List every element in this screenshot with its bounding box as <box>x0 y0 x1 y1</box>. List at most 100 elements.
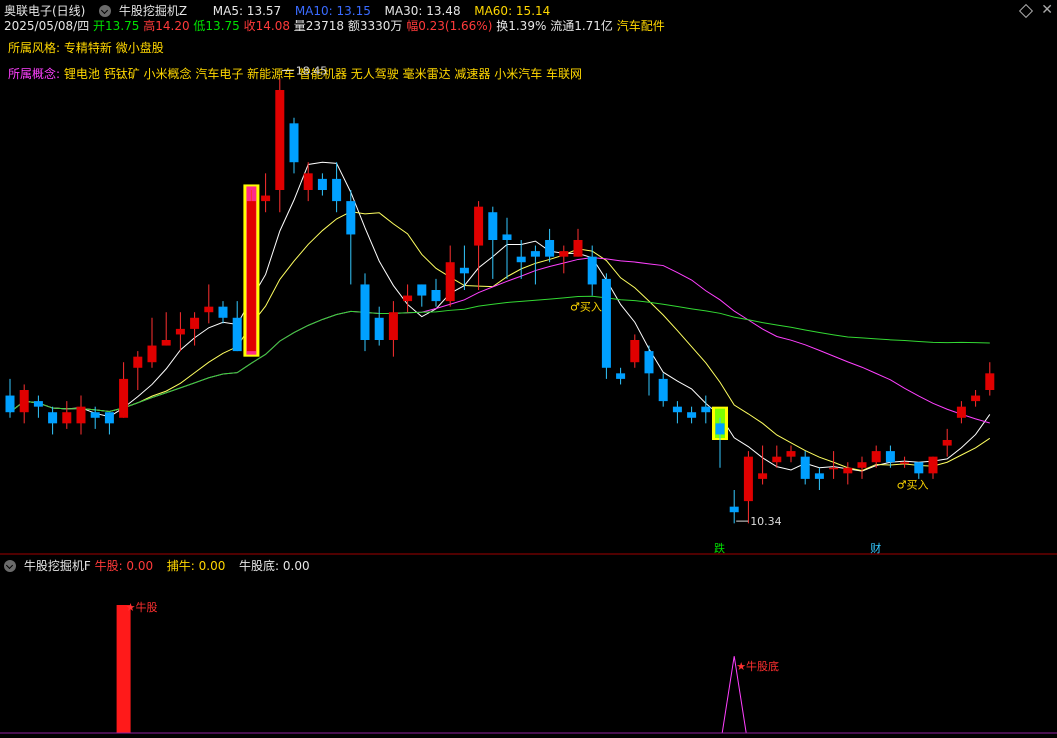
quote-row: 2025/05/08/四 开13.75 高14.20 低13.75 收14.08… <box>4 18 665 34</box>
candle-body <box>914 462 924 474</box>
candle-body <box>147 345 157 363</box>
candle-body <box>885 451 895 463</box>
candle-body <box>573 240 583 257</box>
candle-body <box>658 378 668 402</box>
style-value: 专精特新 微小盘股 <box>63 41 164 55</box>
candle-body <box>900 462 910 464</box>
candle <box>573 228 583 257</box>
candle <box>516 240 526 279</box>
niugu-bar <box>116 605 131 733</box>
candle-body <box>715 423 725 435</box>
candle <box>303 162 313 202</box>
candle <box>772 445 782 468</box>
sub-toggle-icon[interactable] <box>4 560 16 572</box>
candle <box>701 395 711 424</box>
ma30-line <box>9 257 990 424</box>
sub-indicator-name[interactable]: 牛股挖掘机F <box>24 559 91 573</box>
candle <box>530 245 540 285</box>
candle-body <box>33 401 43 407</box>
candle-body <box>431 290 441 302</box>
candles <box>5 78 995 524</box>
candle <box>843 462 853 485</box>
candle <box>431 278 441 307</box>
candle <box>388 301 398 357</box>
candle <box>175 312 185 352</box>
candle-body <box>971 395 981 402</box>
niugu-value: 牛股: 0.00 <box>94 559 154 573</box>
candle-body <box>5 395 15 413</box>
candle <box>715 417 725 468</box>
bottom-marker: 财 <box>870 541 881 555</box>
candle <box>161 312 171 346</box>
candle-body <box>119 378 129 418</box>
candle <box>19 384 29 424</box>
candle <box>900 456 910 468</box>
niugudi-peak <box>721 656 747 734</box>
niugudi-value: 牛股底: 0.00 <box>239 559 310 573</box>
volume-label: 量23718 <box>293 19 344 33</box>
candle-body <box>161 340 171 346</box>
candle <box>445 245 455 307</box>
stock-name[interactable]: 奥联电子(日线) <box>4 4 85 18</box>
candle-body <box>275 90 285 190</box>
ma60-line <box>9 295 990 413</box>
candle-body <box>729 506 739 513</box>
candle-body <box>218 306 228 318</box>
float-label: 流通1.71亿 <box>550 19 613 33</box>
candlestick-chart[interactable]: 18.4510.34♂买入♂买入跌财 ★牛股★牛股底 <box>0 0 1057 738</box>
candle-body <box>829 467 839 470</box>
candle <box>644 345 654 396</box>
candle <box>76 395 86 435</box>
change-label: 幅0.23(1.66%) <box>406 19 493 33</box>
candle-body <box>417 284 427 296</box>
main-indicator-name[interactable]: 牛股挖掘机Z <box>119 4 187 18</box>
candle <box>346 190 356 285</box>
annotations: 18.4510.34♂买入♂买入跌财 <box>281 65 929 555</box>
diamond-icon[interactable] <box>1018 3 1034 19</box>
candle-body <box>261 195 271 202</box>
close-icon[interactable]: ✕ <box>1041 2 1053 18</box>
ma-lines <box>9 161 991 472</box>
candle <box>786 445 796 463</box>
candle-body <box>246 201 256 352</box>
turnover-label: 换1.39% <box>496 19 547 33</box>
candle-body <box>928 456 938 474</box>
candle-body <box>332 178 342 202</box>
candle <box>246 190 256 352</box>
candle <box>616 367 626 385</box>
candle <box>743 451 753 524</box>
highlight-bar-inner <box>246 186 257 355</box>
ma5-value: MA5: 13.57 <box>212 4 282 18</box>
candle <box>956 401 966 424</box>
candle-body <box>62 412 72 424</box>
candle <box>985 362 995 396</box>
candle <box>488 206 498 279</box>
candle-body <box>644 351 654 374</box>
candle <box>317 173 327 196</box>
candle <box>119 362 129 418</box>
candle-body <box>190 317 200 329</box>
highlight-bar <box>712 406 728 440</box>
buy-signal-label: ♂买入 <box>897 478 929 491</box>
ma10-line <box>9 211 991 472</box>
candle-body <box>445 262 455 302</box>
candle-body <box>48 412 58 424</box>
sub-indicator: ★牛股 ★牛股底 <box>116 600 779 734</box>
candle-body <box>474 206 484 246</box>
highlight-bars <box>243 184 728 440</box>
indicator-toggle-icon[interactable] <box>99 5 112 17</box>
candle <box>758 445 768 485</box>
concept-row: 所属概念: 锂电池 钙钛矿 小米概念 汽车电子 新能源车 智能机器 无人驾驶 毫… <box>8 66 582 82</box>
highlight-bar <box>243 184 260 357</box>
candle <box>374 306 384 346</box>
candle-body <box>630 340 640 363</box>
highlight-bar-inner <box>715 408 725 438</box>
candle-body <box>459 267 469 274</box>
price-marker-label: 10.34 <box>750 515 782 528</box>
candle-body <box>403 295 413 302</box>
candle <box>687 406 697 424</box>
candle <box>658 373 668 407</box>
candle-body <box>530 251 540 257</box>
candle-body <box>374 317 384 340</box>
candle <box>800 451 810 485</box>
